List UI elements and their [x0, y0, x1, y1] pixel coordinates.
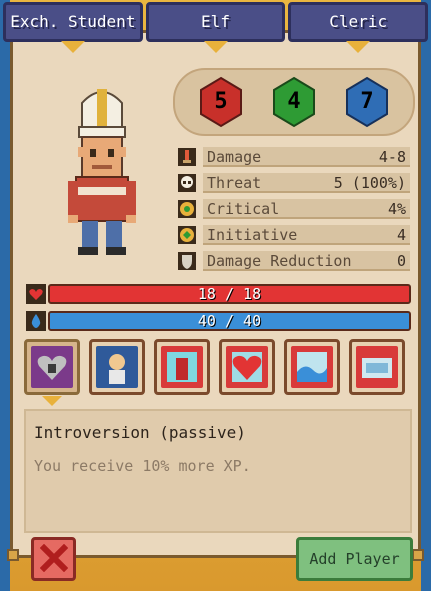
stat-damage: Damage 4-8	[176, 146, 412, 168]
heal-heart-icon	[226, 346, 268, 388]
wave-icon	[291, 346, 333, 388]
hp-text: 18 / 18	[197, 285, 262, 303]
skull-icon	[178, 174, 196, 192]
panel-corner-icon	[412, 549, 424, 561]
blue-die-icon: 7	[343, 76, 391, 128]
background-right	[421, 0, 431, 591]
close-icon	[40, 544, 68, 572]
tab-background[interactable]: Exch. Student	[3, 2, 143, 53]
stat-label: Threat	[207, 174, 262, 192]
skill-bar	[24, 339, 412, 395]
die-value: 5	[214, 89, 228, 114]
tab-label: Elf	[201, 12, 230, 31]
selected-skill-arrow-icon	[42, 396, 62, 406]
dice-bar: 5 4 7	[173, 68, 415, 136]
initiative-icon	[178, 226, 196, 244]
elf-portrait-icon	[96, 346, 138, 388]
chevron-down-icon	[346, 41, 371, 53]
skill-introversion[interactable]	[24, 339, 80, 395]
character-portrait	[68, 89, 136, 255]
skill-description: Introversion (passive) You receive 10% m…	[24, 409, 412, 533]
tab-race[interactable]: Elf	[145, 2, 286, 53]
stat-label: Initiative	[207, 226, 298, 244]
stat-value: 4	[396, 226, 406, 244]
mana-drop-icon	[26, 311, 46, 331]
background-left	[0, 0, 10, 591]
chevron-down-icon	[60, 41, 85, 53]
class-tabs: Exch. Student Elf Cleric	[3, 2, 429, 53]
skill-cleric-4[interactable]	[349, 339, 405, 395]
stat-label: Damage	[207, 148, 262, 166]
skill-cleric-1[interactable]	[154, 339, 210, 395]
skill-cleric-2[interactable]	[219, 339, 275, 395]
die-value: 4	[287, 89, 301, 114]
stat-bar: Damage 4-8	[203, 147, 410, 167]
stat-value: 5 (100%)	[333, 174, 406, 192]
stat-threat: Threat 5 (100%)	[176, 172, 412, 194]
stat-bar: Damage Reduction 0	[203, 251, 410, 271]
lock-heart-icon	[31, 346, 73, 388]
skill-body: You receive 10% more XP.	[34, 457, 251, 475]
panel-corner-icon	[7, 549, 19, 561]
stat-initiative: Initiative 4	[176, 224, 412, 246]
stat-bar: Threat 5 (100%)	[203, 173, 410, 193]
sword-icon	[178, 148, 196, 166]
stat-value: 4%	[387, 200, 406, 218]
skill-title: Introversion (passive)	[34, 423, 246, 442]
stat-bar: Critical 4%	[203, 199, 410, 219]
skill-elf[interactable]	[89, 339, 145, 395]
stat-value: 0	[396, 252, 406, 270]
stat-value: 4-8	[378, 148, 406, 166]
stat-bar: Initiative 4	[203, 225, 410, 245]
tab-label: Exch. Student	[10, 12, 136, 31]
stat-label: Damage Reduction	[207, 252, 352, 270]
stat-critical: Critical 4%	[176, 198, 412, 220]
stat-label: Critical	[207, 200, 280, 218]
heart-icon	[26, 284, 46, 304]
add-player-button[interactable]: Add Player	[296, 537, 413, 581]
green-die-icon: 4	[270, 76, 318, 128]
scroll-icon	[356, 346, 398, 388]
red-die-icon: 5	[197, 76, 245, 128]
die-value: 7	[360, 89, 374, 114]
sanctuary-icon	[161, 346, 203, 388]
stat-damage-reduction: Damage Reduction 0	[176, 250, 412, 272]
chevron-down-icon	[203, 41, 228, 53]
tab-label: Cleric	[329, 12, 388, 31]
close-button[interactable]	[31, 537, 76, 581]
target-icon	[178, 200, 196, 218]
shield-icon	[178, 252, 196, 270]
skill-cleric-3[interactable]	[284, 339, 340, 395]
tab-class[interactable]: Cleric	[288, 2, 429, 53]
hp-bar: 18 / 18	[48, 284, 411, 304]
mp-text: 40 / 40	[197, 312, 262, 330]
mp-bar: 40 / 40	[48, 311, 411, 331]
